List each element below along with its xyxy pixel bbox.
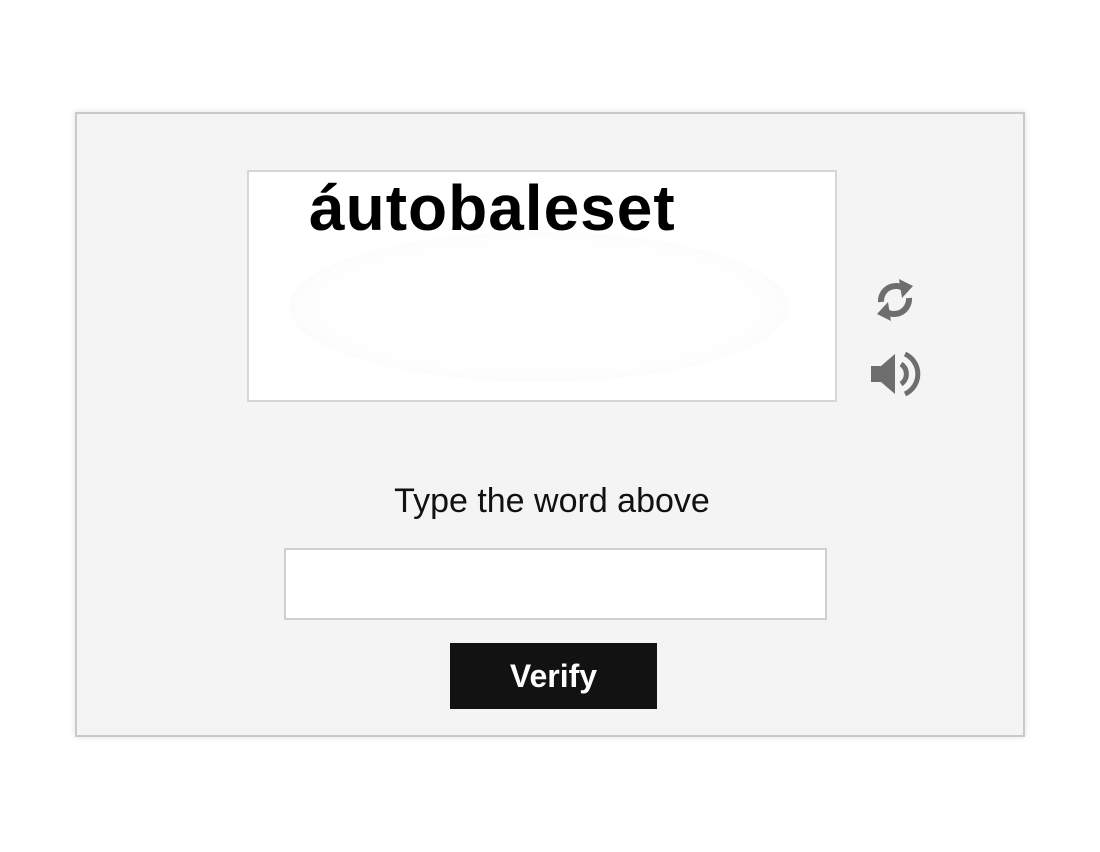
verify-button[interactable]: Verify — [450, 643, 657, 709]
refresh-icon — [877, 279, 913, 321]
captcha-answer-input[interactable] — [284, 548, 827, 620]
captcha-prompt: Type the word above — [394, 482, 710, 520]
captcha-panel: áutobaleset Type the word above Verify — [75, 112, 1025, 737]
refresh-captcha-button[interactable] — [867, 272, 923, 328]
audio-captcha-button[interactable] — [867, 346, 923, 402]
captcha-background — [289, 232, 789, 382]
captcha-word: áutobaleset — [309, 172, 676, 244]
captcha-image: áutobaleset — [247, 170, 837, 402]
speaker-icon — [871, 351, 921, 397]
